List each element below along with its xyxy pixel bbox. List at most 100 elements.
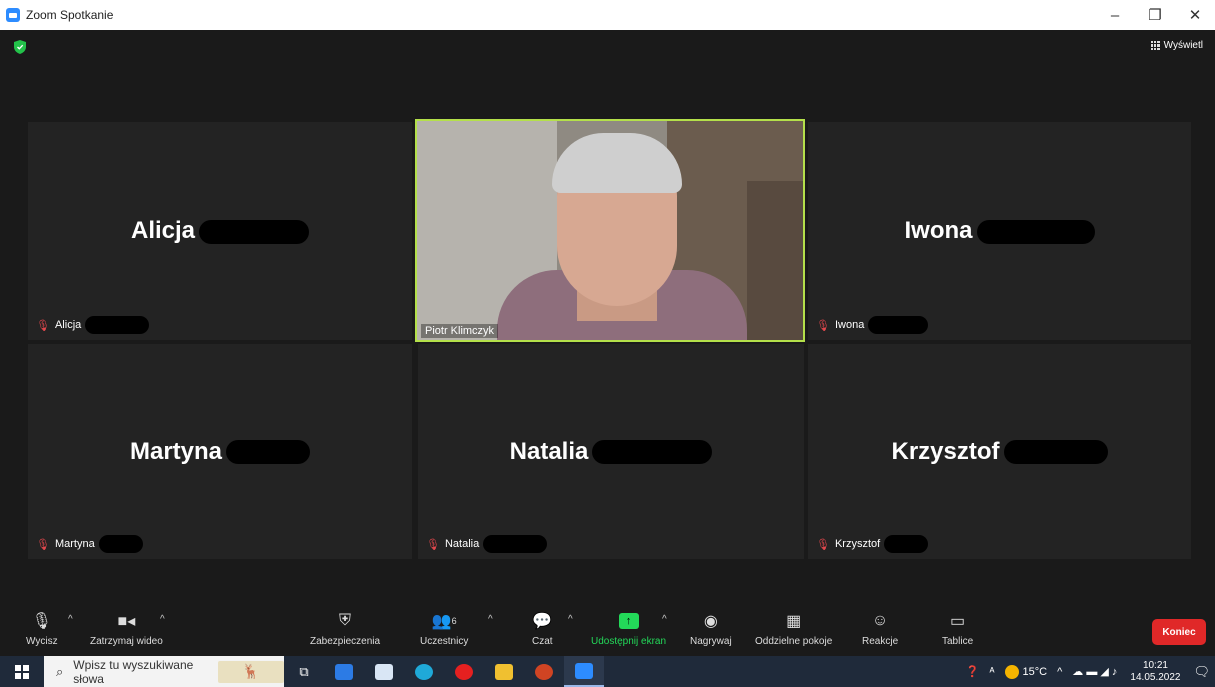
chat-button[interactable]: 💬 Czat bbox=[532, 610, 553, 647]
window-title-bar: Zoom Spotkanie – ❐ ✕ bbox=[0, 0, 1215, 30]
help-icon[interactable]: ❓ bbox=[961, 665, 985, 678]
share-options-chevron-icon[interactable]: ^ bbox=[662, 614, 667, 625]
video-camera-icon: ■◂ bbox=[117, 613, 136, 630]
audio-options-chevron-icon[interactable]: ^ bbox=[68, 614, 73, 625]
edge-browser-icon bbox=[415, 663, 433, 680]
stop-video-label: Zatrzymaj wideo bbox=[90, 636, 163, 647]
chat-bubble-icon: 💬 bbox=[532, 613, 553, 630]
temperature-text: 15°C bbox=[1022, 665, 1048, 678]
participant-name-display: Alicja bbox=[28, 217, 412, 245]
mail-app-button[interactable] bbox=[324, 656, 364, 687]
window-title: Zoom Spotkanie bbox=[26, 8, 114, 22]
powerpoint-app-button[interactable] bbox=[524, 656, 564, 687]
whiteboard-icon: ▭ bbox=[950, 613, 966, 630]
stop-video-button[interactable]: ■◂ Zatrzymaj wideo bbox=[90, 610, 163, 647]
reactions-smiley-icon: ☺ bbox=[871, 612, 889, 629]
opera-app-button[interactable] bbox=[444, 656, 484, 687]
edge-app-button[interactable] bbox=[404, 656, 444, 687]
mute-button[interactable]: 🎙 Wycisz bbox=[26, 610, 58, 647]
task-view-button[interactable]: ⧉ bbox=[284, 656, 324, 687]
end-meeting-button[interactable]: Koniec bbox=[1152, 619, 1206, 645]
windows-logo-icon bbox=[15, 664, 29, 679]
task-view-icon: ⧉ bbox=[299, 663, 309, 679]
participant-tile-natalia[interactable]: Natalia 🎙 Natalia bbox=[418, 344, 804, 559]
meeting-area: Wyświetl Alicja 🎙 Alicja Piotr Klimczyk … bbox=[0, 30, 1215, 606]
view-label: Wyświetl bbox=[1163, 40, 1203, 51]
chat-label: Czat bbox=[532, 636, 553, 647]
search-icon: ⌕ bbox=[56, 663, 64, 679]
record-icon: ◉ bbox=[703, 613, 718, 630]
zoom-icon bbox=[575, 662, 593, 679]
meeting-toolbar: 🎙 Wycisz ^ ■◂ Zatrzymaj wideo ^ ⛨ Zabezp… bbox=[0, 606, 1215, 656]
system-clock[interactable]: 10:21 14.05.2022 bbox=[1122, 660, 1188, 684]
chat-options-chevron-icon[interactable]: ^ bbox=[568, 614, 573, 625]
record-label: Nagrywaj bbox=[690, 636, 732, 647]
participant-video bbox=[417, 121, 803, 340]
powerpoint-icon bbox=[535, 663, 553, 680]
participant-label-text: Natalia bbox=[444, 538, 480, 550]
participant-name: Martyna bbox=[129, 437, 223, 465]
muted-mic-icon: 🎙 bbox=[36, 538, 50, 551]
muted-mic-icon: 🎙 bbox=[36, 319, 50, 332]
video-options-chevron-icon[interactable]: ^ bbox=[160, 614, 165, 625]
redaction-bar bbox=[483, 535, 548, 553]
taskbar-apps: ⧉ bbox=[284, 656, 604, 687]
reactions-button[interactable]: ☺ Reakcje bbox=[862, 610, 898, 647]
participant-label: 🎙 Natalia bbox=[426, 535, 548, 553]
view-button[interactable]: Wyświetl bbox=[1150, 40, 1203, 51]
muted-mic-icon: 🎙 bbox=[816, 319, 830, 332]
share-screen-button[interactable]: ↑ Udostępnij ekran bbox=[591, 610, 666, 647]
participant-name: Krzysztof bbox=[891, 437, 1000, 465]
participant-tile-martyna[interactable]: Martyna 🎙 Martyna bbox=[28, 344, 412, 559]
participant-name-display: Martyna bbox=[28, 438, 412, 466]
start-button[interactable] bbox=[0, 656, 44, 687]
redaction-bar bbox=[85, 316, 150, 334]
zoom-app-button[interactable] bbox=[564, 656, 604, 687]
mute-label: Wycisz bbox=[26, 636, 58, 647]
participant-label: 🎙 Iwona bbox=[816, 316, 929, 334]
notifications-icon[interactable]: 🗨 bbox=[1188, 664, 1215, 680]
redaction-bar bbox=[884, 535, 929, 553]
redaction-bar bbox=[868, 316, 929, 334]
breakout-rooms-button[interactable]: ▦ Oddzielne pokoje bbox=[755, 610, 832, 647]
participant-tile-piotr-klimczyk[interactable]: Piotr Klimczyk bbox=[415, 119, 805, 342]
store-app-button[interactable] bbox=[364, 656, 404, 687]
record-button[interactable]: ◉ Nagrywaj bbox=[690, 610, 732, 647]
reactions-label: Reakcje bbox=[862, 636, 899, 647]
participants-label: Uczestnicy bbox=[420, 636, 469, 647]
people-icon[interactable]: ᴬ bbox=[985, 666, 1000, 678]
participant-label-text: Krzysztof bbox=[834, 538, 881, 550]
redaction-bar bbox=[98, 535, 143, 553]
breakout-rooms-icon: ▦ bbox=[786, 613, 802, 630]
security-label: Zabezpieczenia bbox=[310, 636, 381, 647]
participant-label: Piotr Klimczyk bbox=[421, 324, 499, 338]
participants-options-chevron-icon[interactable]: ^ bbox=[488, 614, 493, 625]
whiteboards-label: Tablice bbox=[942, 636, 974, 647]
redaction-bar bbox=[199, 219, 310, 244]
security-button[interactable]: ⛨ Zabezpieczenia bbox=[310, 610, 380, 647]
participant-tile-alicja[interactable]: Alicja 🎙 Alicja bbox=[28, 122, 412, 340]
participants-button[interactable]: 👥 6 Uczestnicy bbox=[420, 610, 468, 647]
participant-label: 🎙 Alicja bbox=[36, 316, 150, 334]
whiteboards-button[interactable]: ▭ Tablice bbox=[942, 610, 973, 647]
weather-sun-icon bbox=[1004, 664, 1019, 679]
restore-button[interactable]: ❐ bbox=[1135, 0, 1175, 30]
tray-icons[interactable]: ☁ ▬ ◢ ♪ bbox=[1067, 665, 1122, 678]
minimize-button[interactable]: – bbox=[1095, 0, 1135, 30]
file-explorer-button[interactable] bbox=[484, 656, 524, 687]
close-button[interactable]: ✕ bbox=[1175, 0, 1215, 30]
taskbar-search[interactable]: ⌕ Wpisz tu wyszukiwane słowa 🦌 bbox=[44, 656, 284, 687]
tray-overflow-chevron-icon[interactable]: ^ bbox=[1052, 666, 1067, 678]
participant-tile-iwona[interactable]: Iwona 🎙 Iwona bbox=[808, 122, 1191, 340]
weather-widget[interactable]: 15°C bbox=[1000, 664, 1053, 679]
clock-date: 14.05.2022 bbox=[1130, 671, 1181, 683]
share-screen-label: Udostępnij ekran bbox=[591, 636, 667, 647]
opera-browser-icon bbox=[455, 663, 473, 680]
participant-label-text: Iwona bbox=[834, 319, 865, 331]
grid-view-icon bbox=[1150, 41, 1160, 50]
encryption-shield-icon[interactable] bbox=[14, 40, 26, 54]
participant-label-text: Martyna bbox=[54, 538, 95, 550]
participant-tile-krzysztof[interactable]: Krzysztof 🎙 Krzysztof bbox=[808, 344, 1191, 559]
redaction-bar bbox=[592, 440, 713, 465]
participant-name: Alicja bbox=[130, 217, 196, 244]
